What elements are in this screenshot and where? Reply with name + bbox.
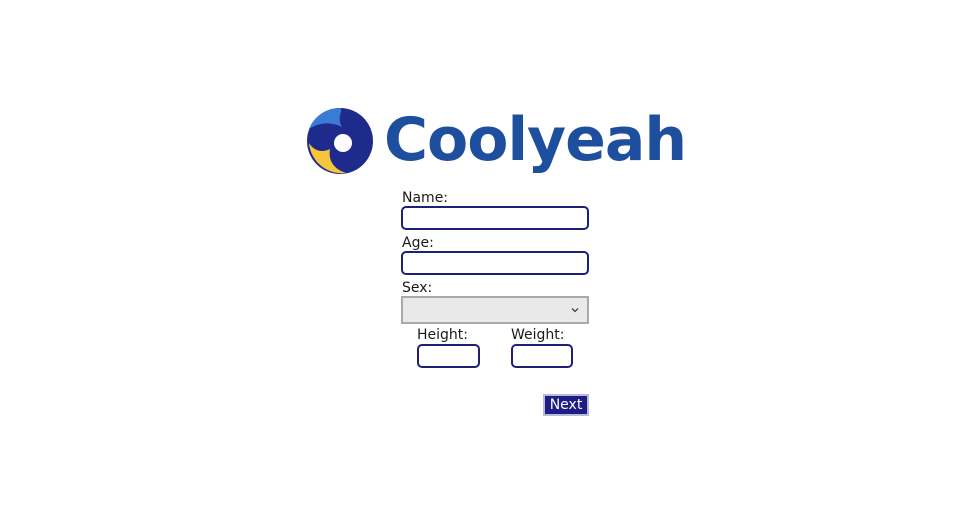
age-input[interactable] <box>401 251 589 275</box>
brand-name: Coolyeah <box>384 105 687 175</box>
weight-input[interactable] <box>511 344 573 368</box>
height-label: Height: <box>417 327 468 343</box>
coolyeah-logo-icon <box>307 107 373 174</box>
sex-label: Sex: <box>402 280 433 296</box>
name-label: Name: <box>402 190 449 206</box>
height-input[interactable] <box>417 344 480 368</box>
brand-logo: Coolyeah <box>306 105 687 178</box>
age-label: Age: <box>402 235 434 251</box>
weight-label: Weight: <box>511 327 565 343</box>
chevron-down-icon <box>571 308 579 313</box>
registration-page: Coolyeah Name: Age: Sex: Height: Weight:… <box>0 0 977 511</box>
next-button[interactable]: Next <box>543 394 589 416</box>
sex-select[interactable] <box>401 296 589 324</box>
name-input[interactable] <box>401 206 589 230</box>
